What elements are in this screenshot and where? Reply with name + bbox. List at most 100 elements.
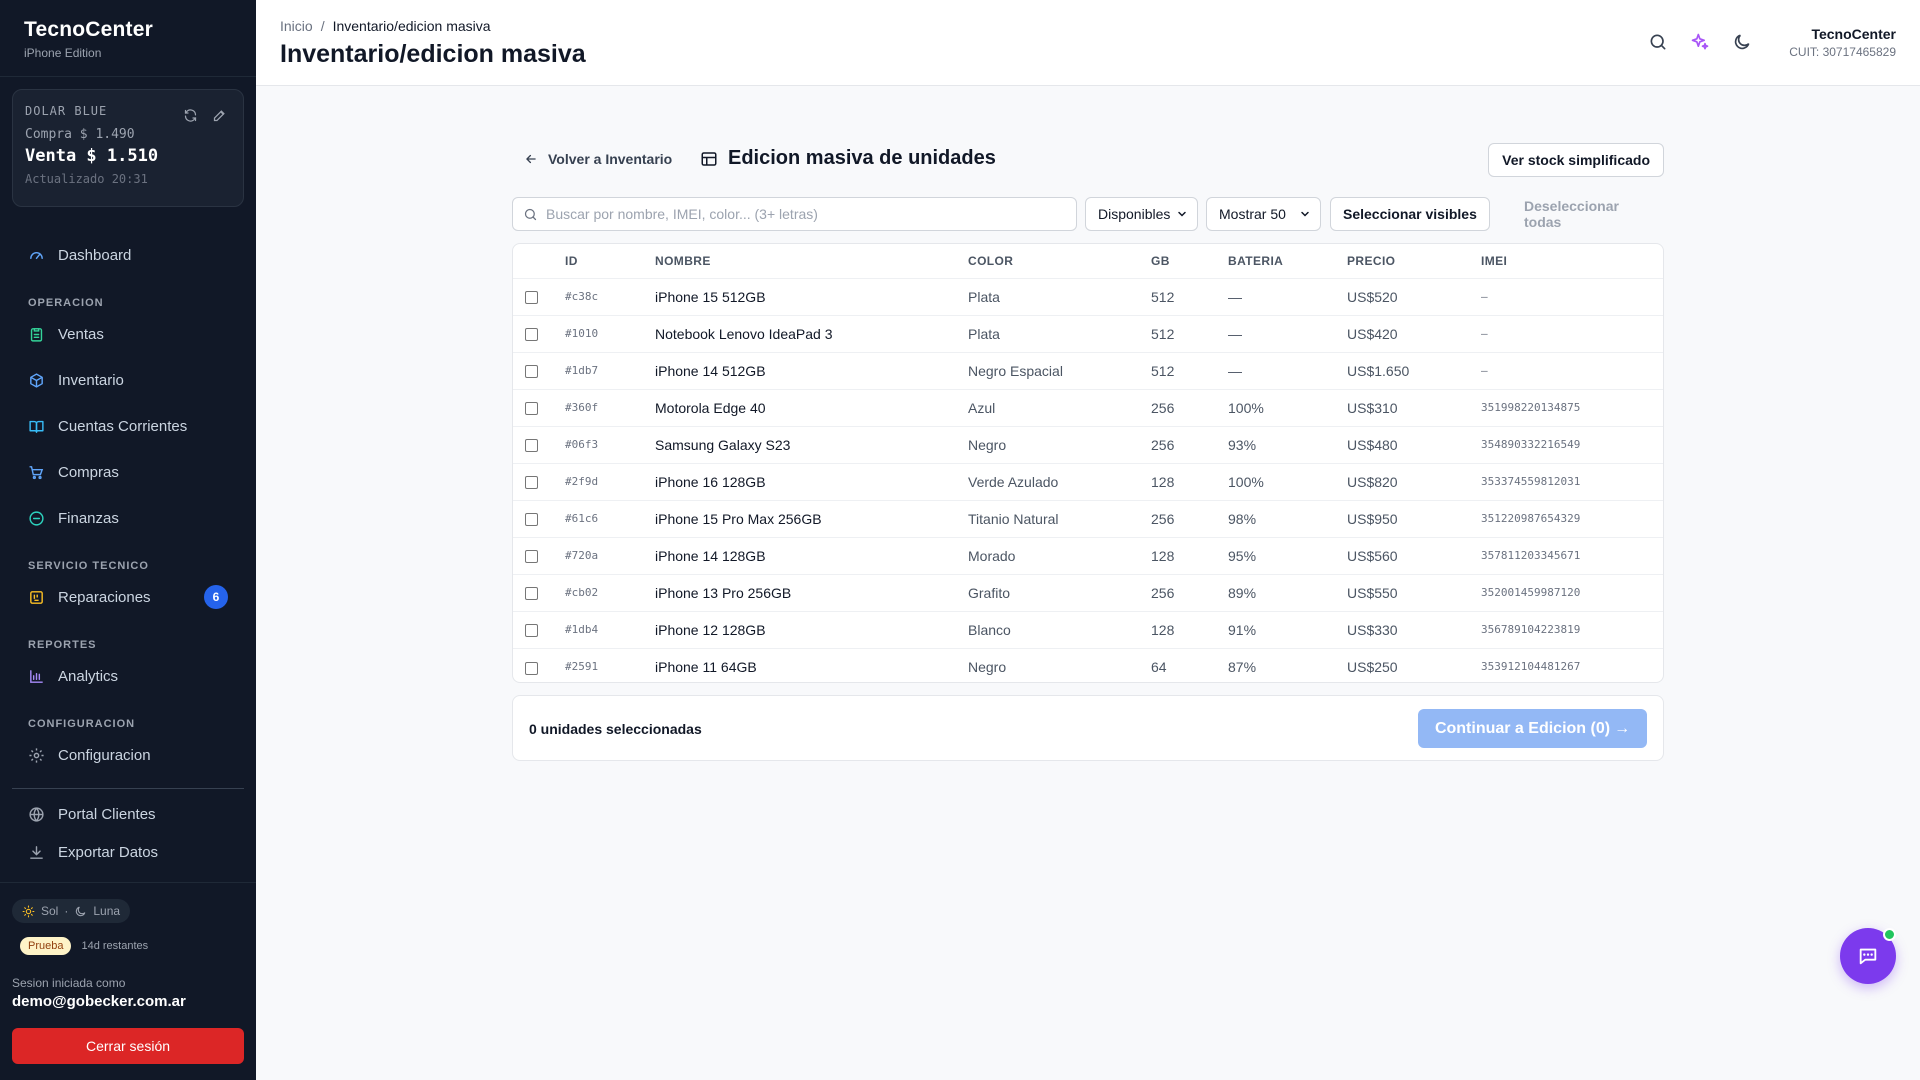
nav-divider xyxy=(12,788,244,789)
table-header-row: ID NOMBRE COLOR GB BATERIA PRECIO IMEI xyxy=(513,244,1663,278)
search-icon[interactable] xyxy=(1648,32,1668,52)
cell-imei: – xyxy=(1481,327,1488,340)
cell-color: Titanio Natural xyxy=(968,510,1059,527)
arrow-right-icon: → xyxy=(1614,719,1631,737)
cell-select xyxy=(513,574,565,611)
search-input[interactable] xyxy=(546,206,1046,222)
sidebar-item-cuentas[interactable]: Cuentas Corrientes xyxy=(12,403,244,449)
sidebar-item-exportar[interactable]: Exportar Datos xyxy=(12,833,244,871)
row-checkbox[interactable] xyxy=(525,476,538,490)
cell-imei: 353374559812031 xyxy=(1481,475,1581,488)
pencil-icon[interactable] xyxy=(212,108,227,123)
sidebar-item-configuracion[interactable]: Configuracion xyxy=(12,732,244,778)
cell-color: Morado xyxy=(968,547,1016,564)
dolar-updated: Actualizado 20:31 xyxy=(25,172,148,186)
table-row[interactable]: #2591 iPhone 11 64GB Negro 64 87% US$250 35391… xyxy=(513,648,1663,682)
status-select[interactable]: Disponibles xyxy=(1085,197,1198,231)
cell-color: Plata xyxy=(968,288,1000,305)
table-row[interactable]: #1010 Notebook Lenovo IdeaPad 3 Plata 512 — U… xyxy=(513,315,1663,352)
header-bateria[interactable]: BATERIA xyxy=(1228,244,1347,278)
header-precio[interactable]: PRECIO xyxy=(1347,244,1481,278)
moon-icon[interactable] xyxy=(1732,32,1752,52)
table-row[interactable]: #61c6 iPhone 15 Pro Max 256GB Titanio Natu… xyxy=(513,500,1663,537)
cell-imei: 357811203345671 xyxy=(1481,549,1581,562)
cell-id: #2591 xyxy=(565,660,599,674)
back-to-inventory-link[interactable]: Volver a Inventario xyxy=(524,151,672,167)
row-checkbox[interactable] xyxy=(525,624,538,638)
table-row[interactable]: #06f3 Samsung Galaxy S23 Negro 256 93% US$480… xyxy=(513,426,1663,463)
breadcrumb-current: Inventario/edicion masiva xyxy=(332,18,491,34)
header-color[interactable]: COLOR xyxy=(968,244,1151,278)
row-checkbox[interactable] xyxy=(525,291,538,305)
table-row[interactable]: #c38c iPhone 15 512GB Plata 512 — US$520 – xyxy=(513,278,1663,315)
header-id[interactable]: ID xyxy=(565,244,655,278)
table-row[interactable]: #2f9d iPhone 16 128GB Verde Azulado 128 100%… xyxy=(513,463,1663,500)
breadcrumb-separator: / xyxy=(320,18,325,34)
sidebar-item-inventario[interactable]: Inventario xyxy=(12,357,244,403)
row-checkbox[interactable] xyxy=(525,550,538,564)
trial-days: 14d restantes xyxy=(81,940,149,952)
cell-id: #2f9d xyxy=(565,475,599,488)
cell-gb: 512 xyxy=(1151,288,1175,305)
sun-icon xyxy=(22,905,35,917)
sidebar-item-finanzas[interactable]: Finanzas xyxy=(12,495,244,541)
cell-imei: 351998220134875 xyxy=(1481,401,1581,414)
cell-bateria: 89% xyxy=(1228,584,1257,601)
page-title: Inventario/edicion masiva xyxy=(280,40,586,68)
back-link-label: Volver a Inventario xyxy=(548,151,673,167)
cell-color: Azul xyxy=(968,399,996,416)
continue-edit-button[interactable]: Continuar a Edicion (0) → xyxy=(1418,709,1647,748)
sidebar-item-label: Dashboard xyxy=(58,246,132,264)
deselect-all-button[interactable]: Deseleccionar todas xyxy=(1512,197,1664,231)
sidebar-item-dashboard[interactable]: Dashboard xyxy=(12,232,244,278)
table-row[interactable]: #1db4 iPhone 12 128GB Blanco 128 91% US$330 35… xyxy=(513,611,1663,648)
select-visible-button[interactable]: Seleccionar visibles xyxy=(1330,197,1490,231)
breadcrumb-home[interactable]: Inicio xyxy=(280,18,313,34)
refresh-icon[interactable] xyxy=(183,108,198,123)
cell-color: Grafito xyxy=(968,584,1011,601)
row-checkbox[interactable] xyxy=(525,365,538,379)
theme-toggle[interactable]: Sol · Luna xyxy=(12,899,131,923)
header-imei[interactable]: IMEI xyxy=(1481,244,1663,278)
page-size-select[interactable]: Mostrar 50 xyxy=(1206,197,1321,231)
row-checkbox[interactable] xyxy=(525,402,538,416)
header-gb[interactable]: GB xyxy=(1151,244,1228,278)
row-checkbox[interactable] xyxy=(525,513,538,527)
sidebar-item-analytics[interactable]: Analytics xyxy=(12,653,244,699)
cell-id: #1db7 xyxy=(565,364,599,377)
brand[interactable]: TecnoCenter iPhone Edition xyxy=(24,18,153,60)
cell-bateria: 93% xyxy=(1228,436,1257,453)
cell-imei: 353912104481267 xyxy=(1481,660,1581,674)
sidebar-item-reparaciones[interactable]: Reparaciones 6 xyxy=(12,574,244,620)
row-checkbox[interactable] xyxy=(525,328,538,342)
sidebar-item-portal[interactable]: Portal Clientes xyxy=(12,795,244,833)
row-checkbox[interactable] xyxy=(525,439,538,453)
table-row[interactable]: #1db7 iPhone 14 512GB Negro Espacial 512 — US… xyxy=(513,352,1663,389)
row-checkbox[interactable] xyxy=(525,661,538,675)
sidebar-item-compras[interactable]: Compras xyxy=(12,449,244,495)
nav-section-reportes: REPORTES xyxy=(28,639,97,651)
table-body: #c38c iPhone 15 512GB Plata 512— US$520– #101… xyxy=(513,278,1663,682)
sparkles-icon[interactable] xyxy=(1690,32,1710,52)
row-checkbox[interactable] xyxy=(525,587,538,601)
selection-footer: 0 unidades seleccionadas Continuar a Edi… xyxy=(512,695,1664,761)
download-icon xyxy=(30,845,43,859)
table-row[interactable]: #360f Motorola Edge 40 Azul 256 100% US$310 35… xyxy=(513,389,1663,426)
logout-button[interactable]: Cerrar sesión xyxy=(12,1028,244,1064)
cell-precio: US$310 xyxy=(1347,399,1398,416)
theme-luna-label: Luna xyxy=(93,904,121,918)
status-select-value: Disponibles xyxy=(1098,206,1171,222)
sidebar-item-ventas[interactable]: Ventas xyxy=(12,311,244,357)
sidebar-nav: Dashboard OPERACION Ventas Inventario Cu… xyxy=(12,232,244,871)
cell-select xyxy=(513,648,565,682)
simplified-stock-button[interactable]: Ver stock simplificado xyxy=(1488,143,1664,177)
header-nombre[interactable]: NOMBRE xyxy=(655,244,968,278)
minus-circle-icon xyxy=(29,510,44,526)
chat-button[interactable] xyxy=(1840,928,1896,984)
table-row[interactable]: #720a iPhone 14 128GB Morado 128 95% US$560 35… xyxy=(513,537,1663,574)
cell-gb: 256 xyxy=(1151,510,1175,527)
cell-imei: – xyxy=(1481,290,1488,303)
table-row[interactable]: #cb02 iPhone 13 Pro 256GB Grafito 256 89% US$… xyxy=(513,574,1663,611)
cell-nombre: Notebook Lenovo IdeaPad 3 xyxy=(655,325,833,342)
cell-nombre: iPhone 15 512GB xyxy=(655,288,766,305)
